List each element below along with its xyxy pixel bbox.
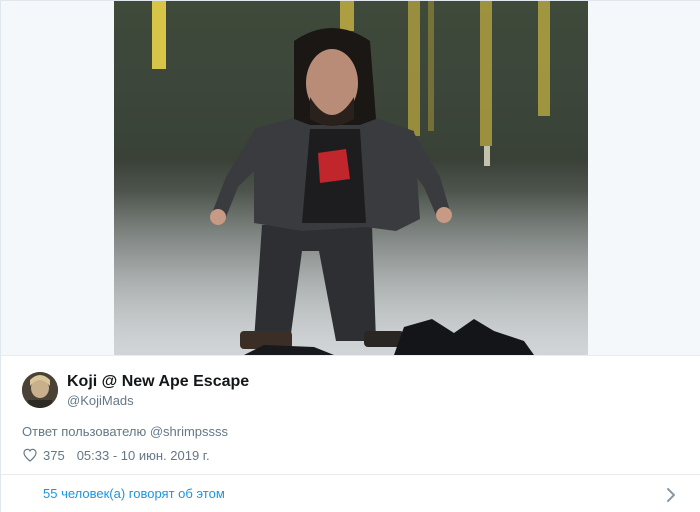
like-count[interactable]: 375 xyxy=(43,448,65,463)
tweet-media[interactable] xyxy=(1,1,700,356)
media-photo[interactable] xyxy=(114,1,588,355)
author-handle[interactable]: @KojiMads xyxy=(67,393,134,408)
tweet-timestamp[interactable]: 05:33 - 10 июн. 2019 г. xyxy=(77,448,210,463)
conversation-count-label[interactable]: 55 человек(а) говорят об этом xyxy=(43,486,225,501)
chevron-right-icon[interactable] xyxy=(665,487,677,503)
photo-illustration xyxy=(114,1,588,355)
avatar-photo-icon xyxy=(22,372,58,408)
heart-outline-icon[interactable] xyxy=(22,447,38,463)
author-display-name[interactable]: Koji @ New Ape Escape xyxy=(67,373,249,391)
avatar[interactable] xyxy=(22,372,58,408)
conversation-footer-link[interactable]: 55 человек(а) говорят об этом xyxy=(1,474,700,512)
tweet-card: Koji @ New Ape Escape @KojiMads Ответ по… xyxy=(0,0,700,512)
reply-to-line[interactable]: Ответ пользователю @shrimpssss xyxy=(22,424,228,439)
tweet-body: Koji @ New Ape Escape @KojiMads Ответ по… xyxy=(1,355,700,512)
tweet-meta: 375 05:33 - 10 июн. 2019 г. xyxy=(22,446,210,464)
